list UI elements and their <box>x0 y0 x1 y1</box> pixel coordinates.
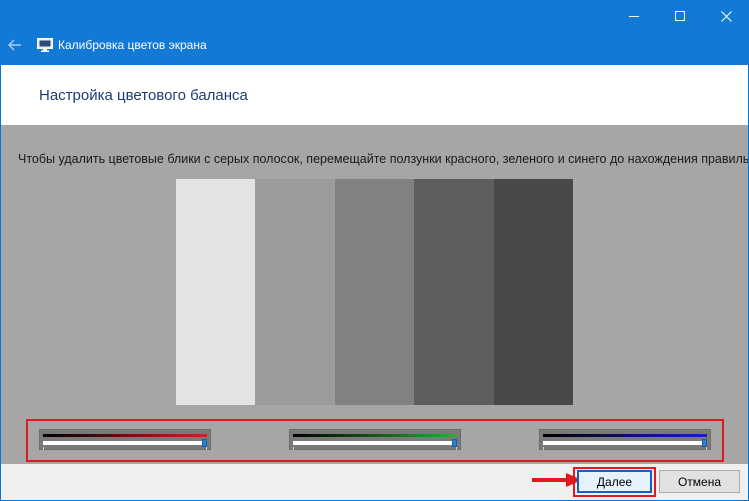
gray-bars <box>176 179 574 405</box>
title-bar: Калибровка цветов экрана <box>0 0 749 65</box>
slider-track <box>543 441 707 445</box>
red-gradient <box>43 434 207 437</box>
slider-thumb[interactable] <box>202 439 207 447</box>
blue-slider[interactable] <box>539 429 711 450</box>
tick-mark <box>706 447 707 450</box>
next-button[interactable]: Далее <box>577 470 652 493</box>
close-icon <box>720 10 732 22</box>
tick-mark <box>456 447 457 450</box>
tick-mark <box>206 447 207 450</box>
sliders-highlight <box>26 419 724 462</box>
header: Настройка цветового баланса <box>1 65 748 125</box>
calibration-area: Чтобы удалить цветовые блики с серых пол… <box>1 125 748 464</box>
slider-thumb[interactable] <box>702 439 707 447</box>
slider-track <box>43 441 207 445</box>
red-slider[interactable] <box>39 429 211 450</box>
green-gradient <box>293 434 457 437</box>
maximize-icon <box>675 11 685 21</box>
tick-mark <box>543 447 544 450</box>
monitor-calibration-icon <box>37 38 53 52</box>
maximize-button[interactable] <box>657 0 703 32</box>
gray-bar <box>493 179 574 405</box>
slider-track <box>293 441 457 445</box>
gray-bar <box>414 179 494 405</box>
cancel-button[interactable]: Отмена <box>659 470 740 493</box>
gray-bar <box>176 179 256 405</box>
gray-bar <box>334 179 415 405</box>
gray-bar <box>255 179 335 405</box>
back-button[interactable] <box>4 34 26 56</box>
tick-mark <box>293 447 294 450</box>
window-title: Калибровка цветов экрана <box>58 38 207 52</box>
minimize-button[interactable] <box>611 0 657 32</box>
minimize-icon <box>629 15 639 17</box>
footer: Далее Отмена <box>1 464 748 500</box>
tick-mark <box>43 447 44 450</box>
instructions-text: Чтобы удалить цветовые блики с серых пол… <box>18 152 748 166</box>
close-button[interactable] <box>703 0 749 32</box>
back-arrow-icon <box>8 39 21 51</box>
green-slider[interactable] <box>289 429 461 450</box>
slider-thumb[interactable] <box>452 439 457 447</box>
page-title: Настройка цветового баланса <box>39 87 248 104</box>
blue-gradient <box>543 434 707 437</box>
